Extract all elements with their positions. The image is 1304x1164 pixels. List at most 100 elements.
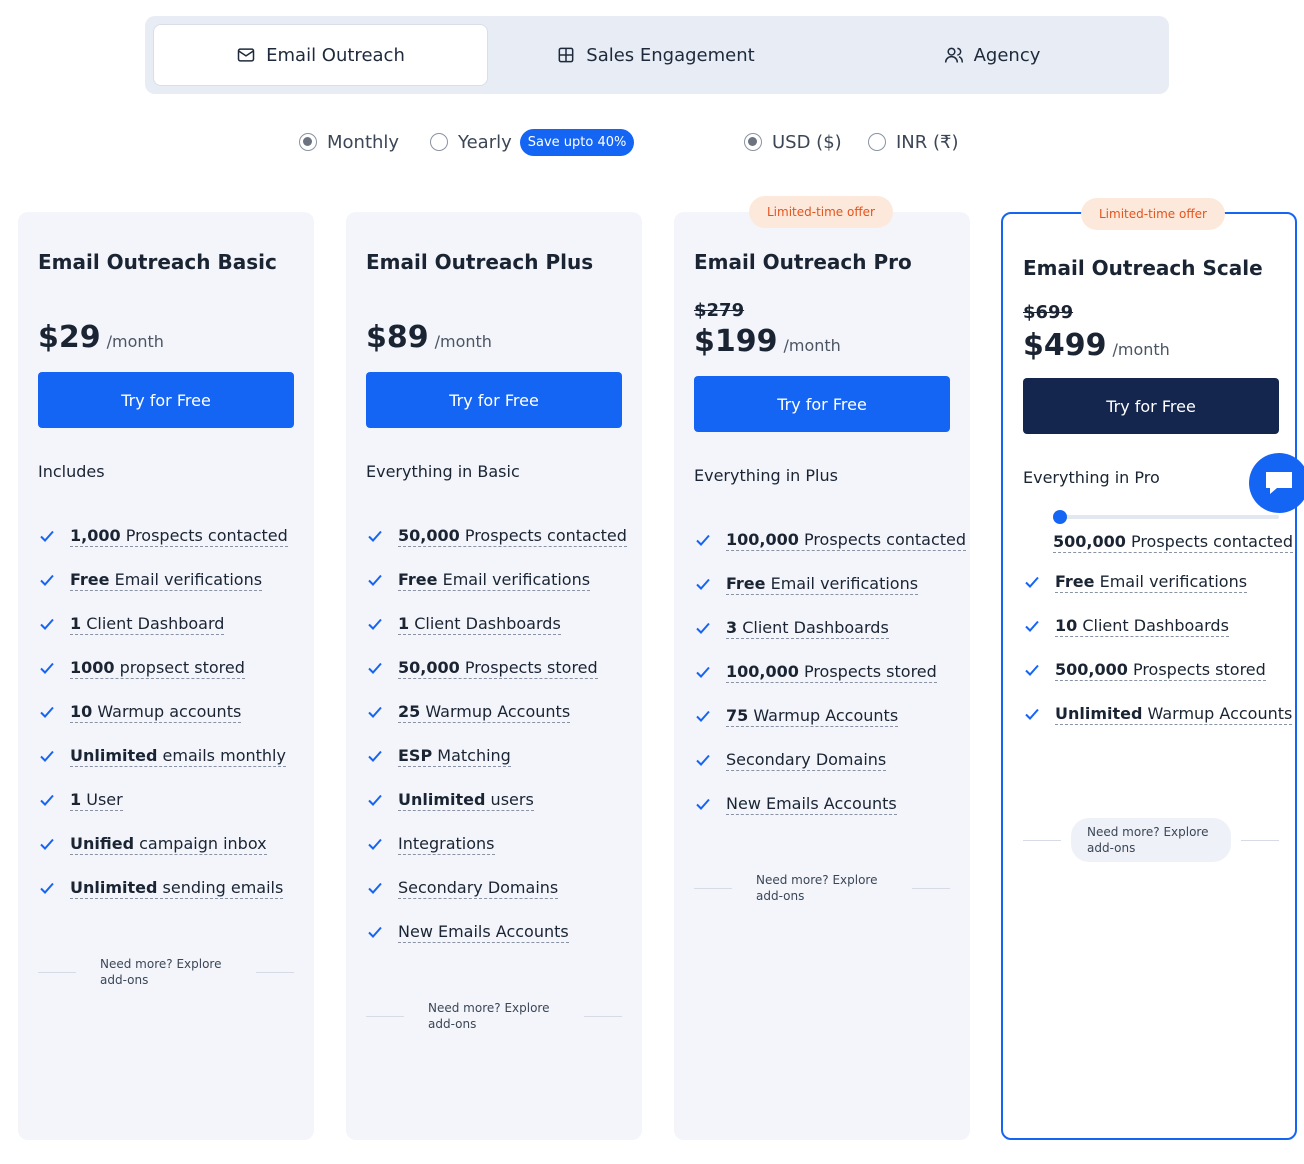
tab-sales-engagement[interactable]: Sales Engagement: [488, 24, 823, 86]
feature-item: Unlimited emails monthly: [38, 744, 286, 768]
offer-badge: Limited-time offer: [1081, 198, 1225, 230]
check-icon: [366, 835, 384, 853]
feature-text: 3 Client Dashboards: [726, 618, 889, 639]
slider-handle[interactable]: [1053, 510, 1067, 524]
price-period: /month: [783, 336, 841, 355]
plan-title: Email Outreach Pro: [694, 250, 912, 274]
feature-label: Email verifications: [765, 573, 919, 593]
feature-text: Unlimited emails monthly: [70, 746, 286, 767]
feature-highlight: 25: [398, 701, 421, 721]
feature-highlight: 100,000: [726, 661, 799, 681]
feature-item: 50,000 Prospects stored: [366, 656, 598, 680]
plan-price: $29/month: [38, 320, 164, 355]
feature-text: 10 Client Dashboards: [1055, 616, 1229, 637]
feature-text: Integrations: [398, 834, 495, 855]
feature-highlight: 1000: [70, 657, 115, 677]
currency-usd-option[interactable]: USD ($): [744, 128, 842, 156]
check-icon: [38, 527, 56, 545]
price-amount: $499: [1023, 328, 1107, 363]
price-amount: $89: [366, 320, 429, 355]
monthly-radio[interactable]: [299, 133, 317, 151]
currency-inr-option[interactable]: INR (₹): [868, 128, 959, 156]
check-icon: [694, 619, 712, 637]
feature-item: 1 Client Dashboards: [366, 612, 561, 636]
tab-label: Email Outreach: [266, 44, 405, 66]
feature-label: User: [81, 789, 123, 809]
plan-card-3: Limited-time offer Email Outreach Pro $279…: [674, 196, 970, 1140]
feature-highlight: 1: [70, 789, 82, 809]
feature-highlight: Unlimited: [70, 877, 158, 897]
feature-label: Warmup accounts: [92, 701, 242, 721]
includes-heading: Everything in Plus: [694, 466, 838, 485]
inr-radio[interactable]: [868, 133, 886, 151]
feature-label: Warmup Accounts: [748, 705, 899, 725]
chat-button[interactable]: [1249, 453, 1304, 513]
tab-label: Agency: [973, 44, 1041, 66]
slider-track: [1053, 515, 1279, 519]
yearly-label: Yearly: [458, 131, 512, 153]
billing-monthly-option[interactable]: Monthly: [299, 128, 399, 156]
check-icon: [1023, 661, 1041, 679]
try-for-free-button[interactable]: Try for Free: [38, 372, 294, 428]
check-icon: [366, 923, 384, 941]
explore-addons-text: Need more? Explore add-ons: [1071, 818, 1231, 862]
feature-label: campaign inbox: [134, 833, 267, 853]
billing-yearly-option[interactable]: Yearly Save upto 40%: [430, 128, 635, 156]
explore-addons-link[interactable]: Need more? Explore add-ons: [1023, 818, 1279, 862]
usd-radio[interactable]: [744, 133, 762, 151]
try-for-free-button[interactable]: Try for Free: [1023, 378, 1279, 434]
feature-text: 10 Warmup accounts: [70, 701, 242, 723]
feature-highlight: Unlimited: [70, 745, 158, 765]
try-for-free-button[interactable]: Try for Free: [694, 376, 950, 432]
feature-highlight: 1: [398, 613, 410, 633]
feature-label: New Emails Accounts: [726, 793, 897, 813]
feature-highlight: 500,000: [1055, 659, 1128, 679]
explore-addons-text: Need more? Explore add-ons: [428, 1001, 550, 1031]
feature-item: 10 Warmup accounts: [38, 700, 242, 724]
feature-text: 50,000 Prospects stored: [398, 658, 598, 679]
feature-text: 100,000 Prospects contacted: [726, 529, 967, 551]
feature-item: Free Email verifications: [694, 572, 919, 596]
check-icon: [38, 615, 56, 633]
explore-addons-link[interactable]: Need more? Explore add-ons: [38, 954, 294, 990]
feature-label: Client Dashboards: [409, 613, 561, 633]
check-icon: [694, 531, 712, 549]
prospects-slider[interactable]: [1053, 510, 1279, 524]
tab-email-outreach[interactable]: Email Outreach: [153, 24, 488, 86]
yearly-radio[interactable]: [430, 133, 448, 151]
explore-addons-link[interactable]: Need more? Explore add-ons: [366, 998, 622, 1034]
feature-label: Client Dashboards: [1077, 615, 1229, 635]
feature-highlight: 50,000: [398, 525, 460, 545]
check-icon: [1023, 617, 1041, 635]
plan-price: $199/month: [694, 324, 841, 359]
feature-text: 50,000 Prospects contacted: [398, 526, 627, 547]
feature-text: 75 Warmup Accounts: [726, 705, 899, 727]
plan-title: Email Outreach Basic: [38, 250, 277, 274]
feature-highlight: 75: [726, 705, 749, 725]
tab-agency[interactable]: Agency: [823, 24, 1161, 86]
check-icon: [1023, 573, 1041, 591]
feature-label: emails monthly: [157, 745, 286, 765]
divider: [256, 971, 294, 973]
check-icon: [366, 571, 384, 589]
feature-item: Unlimited Warmup Accounts: [1023, 702, 1293, 726]
feature-label: propsect stored: [114, 657, 245, 677]
check-icon: [366, 879, 384, 897]
check-icon: [38, 659, 56, 677]
feature-label: Warmup Accounts: [1142, 703, 1293, 723]
product-tabs: Email Outreach Sales Engagement Agency: [145, 16, 1169, 94]
check-icon: [366, 659, 384, 677]
includes-heading: Everything in Pro: [1023, 468, 1160, 487]
feature-item: 100,000 Prospects contacted: [694, 528, 967, 552]
feature-text: New Emails Accounts: [726, 794, 897, 815]
explore-addons-link[interactable]: Need more? Explore add-ons: [694, 870, 950, 906]
try-for-free-button[interactable]: Try for Free: [366, 372, 622, 428]
feature-text: 1 User: [70, 790, 123, 811]
check-icon: [694, 663, 712, 681]
divider: [694, 887, 732, 889]
feature-text: Free Email verifications: [1055, 572, 1248, 593]
feature-highlight: 100,000: [726, 529, 799, 549]
check-icon: [1023, 705, 1041, 723]
old-price: $699: [1023, 302, 1074, 323]
check-icon: [366, 747, 384, 765]
